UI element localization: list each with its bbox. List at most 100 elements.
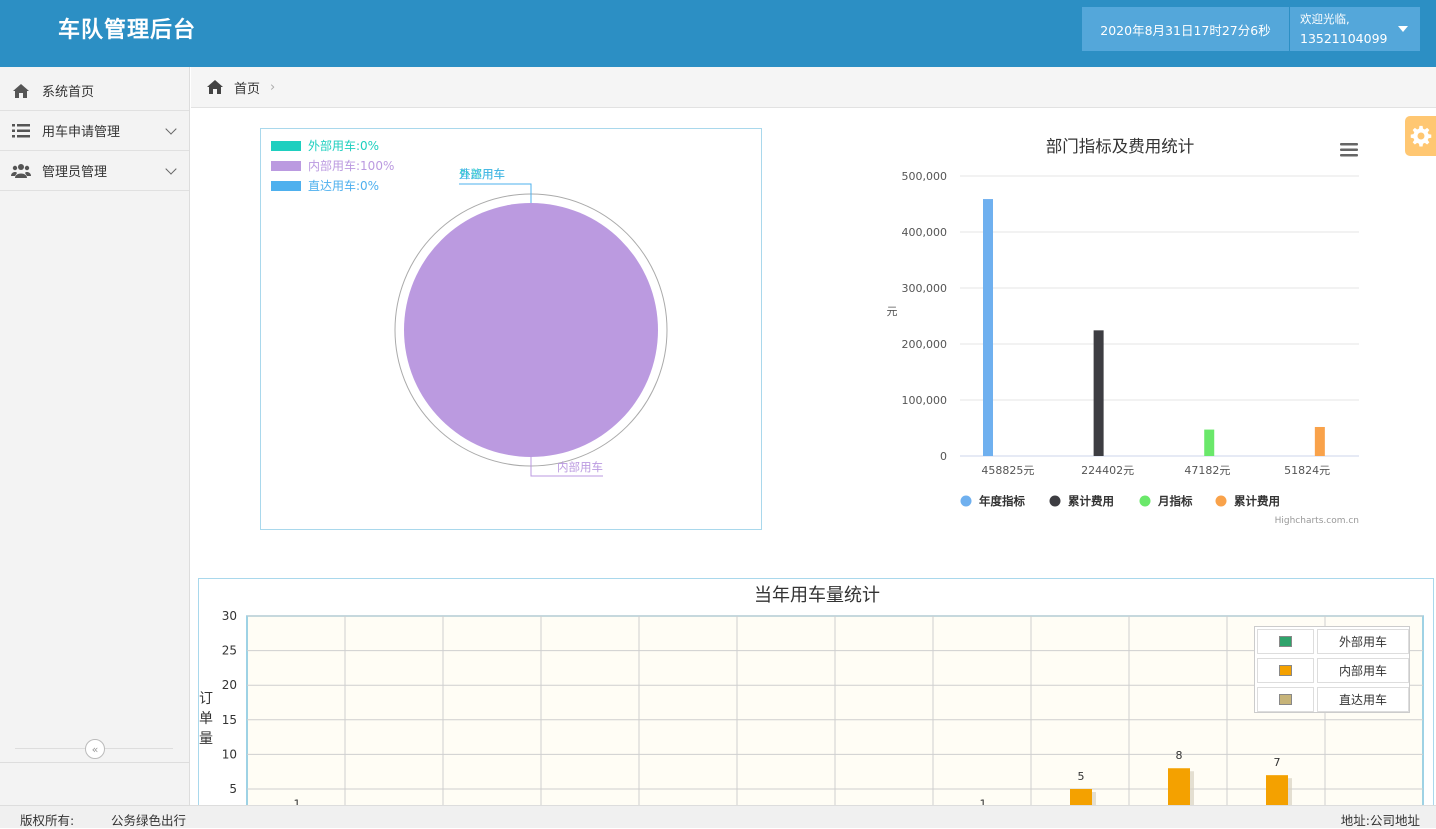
legend-item-direct[interactable]: 直达用车 xyxy=(1257,687,1409,712)
legend-label: 内部用车 xyxy=(1317,658,1409,683)
breadcrumb: 首页 › xyxy=(191,67,1436,108)
x-tick-label: 458825元 xyxy=(981,464,1034,477)
welcome-text: 欢迎光临, xyxy=(1300,12,1350,26)
y-tick-label: 30 xyxy=(222,609,237,623)
list-icon xyxy=(0,123,42,138)
users-icon xyxy=(0,163,42,179)
legend-marker xyxy=(960,495,972,507)
y-tick-label: 500,000 xyxy=(902,170,948,183)
bar[interactable] xyxy=(1204,429,1215,456)
legend-marker xyxy=(1139,495,1151,507)
legend-label: 直达用车 xyxy=(1317,687,1409,712)
legend-item[interactable]: 月指标 xyxy=(1139,494,1193,508)
pie-label-connector xyxy=(459,183,532,203)
chevron-down-icon xyxy=(165,123,177,135)
chart-title: 部门指标及费用统计 xyxy=(1046,137,1195,156)
legend-item[interactable]: 年度指标 xyxy=(960,494,1026,508)
legend-label: 月指标 xyxy=(1157,494,1193,508)
pie-label-internal: 内部用车 xyxy=(557,460,603,474)
y-tick-label: 25 xyxy=(222,644,237,658)
sidebar-item-vehicle-request[interactable]: 用车申请管理 xyxy=(0,111,189,151)
vehicle-type-pie-panel: 外部用车:0% 内部用车:100% 直达用车:0% 外部用车 直达用车 内部用车 xyxy=(260,128,762,530)
annual-vehicle-usage-panel: 当年用车量统计 订单量 5 10 15 20 25 30 11587 xyxy=(198,578,1434,805)
bar[interactable] xyxy=(1168,768,1190,805)
y-tick-label: 300,000 xyxy=(902,282,948,295)
bar[interactable] xyxy=(983,199,993,457)
collapse-sidebar-button[interactable]: « xyxy=(85,739,105,759)
data-label: 1 xyxy=(980,798,987,805)
legend-label: 累计费用 xyxy=(1068,494,1114,508)
department-budget-chart-panel: 部门指标及费用统计 元 0 100,000 200,000 300,000 400,00… xyxy=(880,128,1380,530)
breadcrumb-home-link[interactable]: 首页 xyxy=(234,78,260,97)
y-tick-label: 400,000 xyxy=(902,226,948,239)
bar-chart: 部门指标及费用统计 元 0 100,000 200,000 300,000 400,00… xyxy=(887,137,1359,526)
x-tick-label: 47182元 xyxy=(1184,464,1230,477)
legend-marker xyxy=(1049,495,1061,507)
breadcrumb-separator: › xyxy=(270,79,276,95)
legend-label: 年度指标 xyxy=(979,494,1025,508)
x-tick-label: 51824元 xyxy=(1284,464,1330,477)
address-text: 地址:公司地址 xyxy=(1340,813,1420,828)
y-tick-label: 100,000 xyxy=(902,394,948,407)
legend-swatch-cell xyxy=(1257,658,1314,683)
legend-marker xyxy=(1215,495,1227,507)
sidebar: 系统首页 用车申请管理 管理员管理 « xyxy=(0,67,190,805)
bar[interactable] xyxy=(1314,426,1325,456)
caret-down-icon[interactable] xyxy=(1398,26,1408,32)
pie-label-direct: 直达用车 xyxy=(459,167,505,181)
bottom-chart-legend: 外部用车 内部用车 直达用车 xyxy=(1254,626,1410,713)
bottom-bar-chart: 51015202530 1 1587 xyxy=(222,609,1424,805)
data-label: 5 xyxy=(1078,770,1085,783)
y-tick-label: 10 xyxy=(222,747,237,761)
legend-swatch-cell xyxy=(1257,629,1314,654)
pie-chart: 外部用车 直达用车 内部用车 xyxy=(394,167,668,477)
user-menu[interactable]: 欢迎光临, 13521104099 xyxy=(1290,7,1420,51)
datetime-display: 2020年8月31日17时27分6秒 xyxy=(1082,7,1289,51)
sidebar-item-label: 管理员管理 xyxy=(42,165,108,180)
x-tick-label: 224402元 xyxy=(1081,464,1134,477)
sidebar-item-home[interactable]: 系统首页 xyxy=(0,71,189,111)
y-tick-label: 200,000 xyxy=(902,338,948,351)
divider xyxy=(0,762,189,763)
legend-item-internal[interactable]: 内部用车 xyxy=(1257,658,1409,683)
legend-swatch xyxy=(1279,694,1292,705)
data-label: 7 xyxy=(1274,756,1281,769)
datetime-text: 2020年8月31日17时27分6秒 xyxy=(1100,22,1271,38)
user-phone: 13521104099 xyxy=(1300,31,1388,46)
sidebar-item-admin[interactable]: 管理员管理 xyxy=(0,151,189,191)
sidebar-item-label: 用车申请管理 xyxy=(42,125,121,140)
legend-swatch-cell xyxy=(1257,687,1314,712)
bar[interactable] xyxy=(1093,330,1104,456)
legend-swatch xyxy=(1279,665,1292,676)
legend-item[interactable]: 累计费用 xyxy=(1215,494,1281,508)
footer: 版权所有: 公务绿色出行 地址:公司地址 xyxy=(0,805,1436,828)
chevron-down-icon xyxy=(165,163,177,175)
chart-credit[interactable]: Highcharts.com.cn xyxy=(1275,516,1359,526)
y-tick-label: 0 xyxy=(940,450,947,463)
legend-swatch xyxy=(1279,636,1292,647)
legend-item[interactable]: 累计费用 xyxy=(1049,494,1115,508)
y-axis-label: 元 xyxy=(887,305,898,318)
y-tick-label: 5 xyxy=(229,782,237,796)
legend-item-external[interactable]: 外部用车 xyxy=(1257,629,1409,654)
bar[interactable] xyxy=(1070,789,1092,805)
gear-icon xyxy=(1410,125,1431,147)
pie-slice-internal[interactable] xyxy=(404,203,658,457)
home-icon xyxy=(0,83,42,99)
bar[interactable] xyxy=(1266,775,1288,805)
chart-menu-icon[interactable] xyxy=(1340,142,1358,158)
home-icon[interactable] xyxy=(206,79,224,95)
copyright-label: 版权所有: xyxy=(20,813,75,828)
data-label: 8 xyxy=(1176,749,1183,762)
double-chevron-left-icon: « xyxy=(91,742,99,756)
app-title: 车队管理后台 xyxy=(58,18,197,43)
legend-label: 累计费用 xyxy=(1234,494,1280,508)
top-header: 车队管理后台 2020年8月31日17时27分6秒 欢迎光临, 13521104… xyxy=(0,0,1436,67)
settings-button[interactable] xyxy=(1405,116,1436,156)
sidebar-item-label: 系统首页 xyxy=(42,85,95,100)
legend-label: 外部用车 xyxy=(1317,629,1409,654)
y-tick-label: 20 xyxy=(222,678,237,692)
copyright-value: 公务绿色出行 xyxy=(111,813,187,828)
y-tick-label: 15 xyxy=(222,713,237,727)
data-label: 1 xyxy=(294,798,301,805)
